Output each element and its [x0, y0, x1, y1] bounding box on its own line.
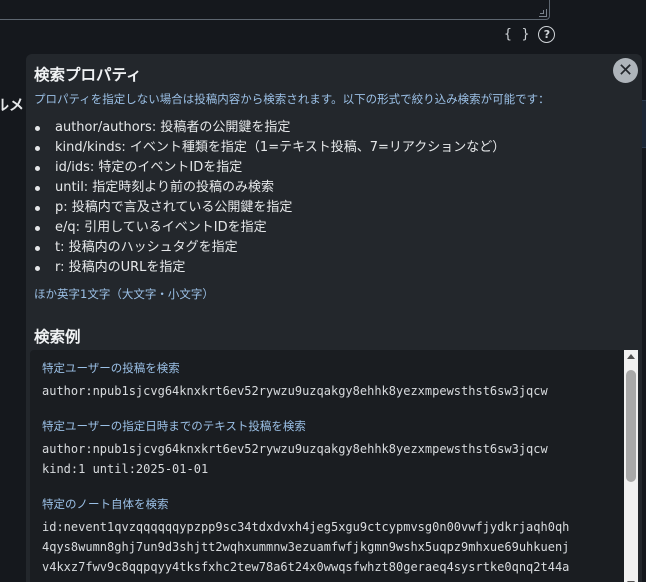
misc-note: ほか英字1文字（大文字・小文字）: [34, 287, 214, 301]
example-code[interactable]: author:npub1sjcvg64knxkrt6ev52rywzu9uzqa…: [42, 381, 618, 401]
examples-title: 検索例: [34, 328, 81, 346]
editor-toolbar: { } ?: [504, 24, 556, 44]
list-item: t: 投稿内のハッシュタグを指定: [34, 238, 505, 258]
scrollbar[interactable]: [624, 350, 638, 582]
example-code[interactable]: author:npub1sjcvg64knxkrt6ev52rywzu9uzqa…: [42, 439, 618, 479]
close-button[interactable]: ✕: [613, 58, 638, 83]
scroll-thumb[interactable]: [626, 370, 636, 482]
json-braces-icon[interactable]: { }: [504, 27, 530, 42]
list-item: until: 指定時刻より前の投稿のみ検索: [34, 178, 505, 198]
panel-title: 検索プロパティ: [34, 66, 142, 84]
example-code[interactable]: id:nevent1qvzqqqqqqypzpp9sc34tdxdvxh4jeg…: [42, 517, 618, 577]
example-item: 特定のノート自体を検索 id:nevent1qvzqqqqqqypzpp9sc3…: [42, 496, 618, 577]
scroll-up-arrow-icon[interactable]: [627, 354, 635, 359]
list-item: author/authors: 投稿者の公開鍵を指定: [34, 118, 505, 138]
panel-description: プロパティを指定しない場合は投稿内容から検索されます。以下の形式で絞り込み検索が…: [34, 92, 550, 106]
list-item: kind/kinds: イベント種類を指定（1=テキスト投稿、7=リアクションな…: [34, 138, 505, 158]
post-textarea[interactable]: [0, 0, 550, 20]
side-text-fragment: ルメ: [0, 96, 25, 114]
examples-box: 特定ユーザーの投稿を検索 author:npub1sjcvg64knxkrt6e…: [30, 350, 636, 582]
example-label: 特定ユーザーの投稿を検索: [42, 361, 180, 375]
example-label: 特定ユーザーの指定日時までのテキスト投稿を検索: [42, 419, 306, 433]
example-item: 特定ユーザーの指定日時までのテキスト投稿を検索 author:npub1sjcv…: [42, 418, 618, 479]
search-properties-panel: ✕ 検索プロパティ プロパティを指定しない場合は投稿内容から検索されます。以下の…: [26, 54, 642, 582]
example-item: 特定ユーザーの投稿を検索 author:npub1sjcvg64knxkrt6e…: [42, 360, 618, 401]
list-item: id/ids: 特定のイベントIDを指定: [34, 158, 505, 178]
list-item: r: 投稿内のURLを指定: [34, 258, 505, 278]
list-item: e/q: 引用しているイベントIDを指定: [34, 218, 505, 238]
resize-grip[interactable]: [539, 9, 547, 17]
example-label: 特定のノート自体を検索: [42, 497, 169, 511]
filter-list: author/authors: 投稿者の公開鍵を指定 kind/kinds: イ…: [34, 118, 505, 278]
list-item: p: 投稿内で言及されている公開鍵を指定: [34, 198, 505, 218]
help-icon[interactable]: ?: [538, 25, 556, 43]
